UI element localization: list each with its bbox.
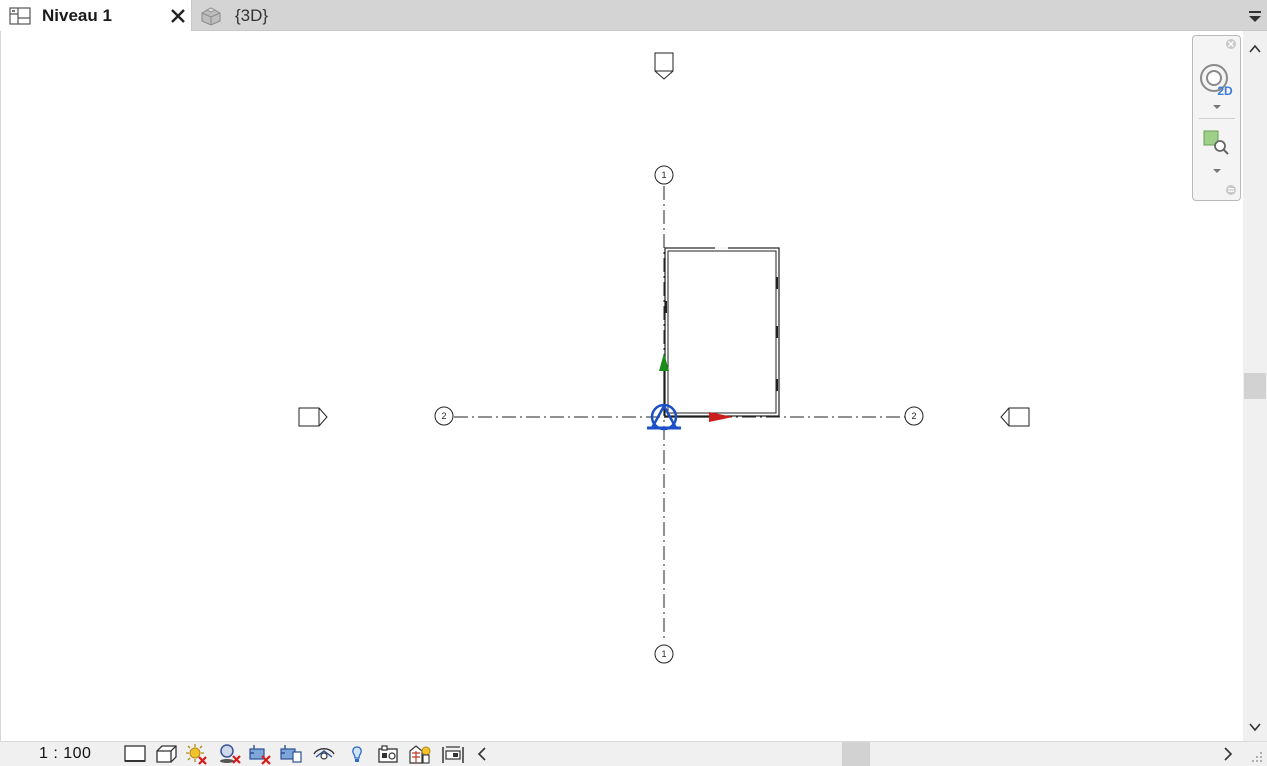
elevation-marker-north[interactable] xyxy=(654,52,674,80)
options-icon[interactable] xyxy=(1225,184,1237,196)
view-control-bar: 1 : 100 xyxy=(0,741,1267,766)
steering-wheel-2d-icon[interactable]: 2D xyxy=(1198,62,1238,98)
reveal-hidden-icon[interactable] xyxy=(345,743,369,765)
3d-house-icon xyxy=(201,7,221,26)
tab-label: {3D} xyxy=(235,6,269,25)
view-scale[interactable]: 1 : 100 xyxy=(39,745,91,763)
room-walls[interactable] xyxy=(664,247,780,417)
tab-label: Niveau 1 xyxy=(42,6,112,25)
tab-menu-dropdown-icon[interactable] xyxy=(1247,10,1263,24)
chevron-left-icon[interactable] xyxy=(474,745,490,763)
close-icon[interactable] xyxy=(168,6,188,26)
elevation-marker-west[interactable] xyxy=(298,407,328,427)
grid-head-top[interactable]: 1 xyxy=(654,165,674,185)
floor-plan-icon xyxy=(9,7,31,25)
vertical-scrollbar[interactable] xyxy=(1243,31,1267,741)
grid-head-left[interactable]: 2 xyxy=(434,406,454,426)
wheel-badge: 2D xyxy=(1217,84,1233,98)
project-base-point-icon[interactable] xyxy=(647,353,733,431)
zoom-icon[interactable] xyxy=(1201,128,1231,156)
detail-level-icon[interactable] xyxy=(123,743,147,765)
vertical-scroll-thumb[interactable] xyxy=(1244,373,1266,399)
chevron-down-icon[interactable] xyxy=(1247,719,1263,735)
view-tab-bar: Niveau 1 {3D} xyxy=(0,0,1267,31)
crop-view-icon[interactable] xyxy=(248,743,272,765)
navigation-bar: 2D xyxy=(1192,35,1241,201)
grid-label-bottom: 1 xyxy=(661,649,666,659)
elevation-marker-east[interactable] xyxy=(1000,407,1030,427)
horizontal-scroll-thumb[interactable] xyxy=(842,742,870,766)
sun-path-icon[interactable] xyxy=(184,743,208,765)
tab-niveau-1[interactable]: Niveau 1 xyxy=(0,0,192,31)
show-crop-region-icon[interactable] xyxy=(279,743,303,765)
grid-label-top: 1 xyxy=(661,170,666,180)
drawing-canvas[interactable]: 1 1 2 2 xyxy=(0,31,1243,741)
temporary-view-properties-icon[interactable] xyxy=(377,743,401,765)
visual-style-icon[interactable] xyxy=(154,743,178,765)
shadows-icon[interactable] xyxy=(218,743,242,765)
divider xyxy=(1199,118,1235,119)
chevron-up-icon[interactable] xyxy=(1247,41,1263,57)
grid-label-left: 2 xyxy=(441,411,446,421)
grid-head-right[interactable]: 2 xyxy=(904,406,924,426)
grid-head-bottom[interactable]: 1 xyxy=(654,644,674,664)
close-icon[interactable] xyxy=(1225,38,1237,50)
floor-plan-drawing[interactable]: 1 1 2 2 xyxy=(1,31,1244,741)
chevron-down-icon[interactable] xyxy=(1212,103,1222,111)
chevron-right-icon[interactable] xyxy=(1220,745,1236,763)
highlight-displacement-icon[interactable] xyxy=(441,743,465,765)
resize-grip-icon[interactable] xyxy=(1250,750,1264,764)
grid-label-right: 2 xyxy=(911,411,916,421)
tab-3d[interactable]: {3D} xyxy=(193,0,303,31)
analytical-model-icon[interactable] xyxy=(408,743,432,765)
chevron-down-icon[interactable] xyxy=(1212,167,1222,175)
temporary-hide-icon[interactable] xyxy=(312,743,336,765)
